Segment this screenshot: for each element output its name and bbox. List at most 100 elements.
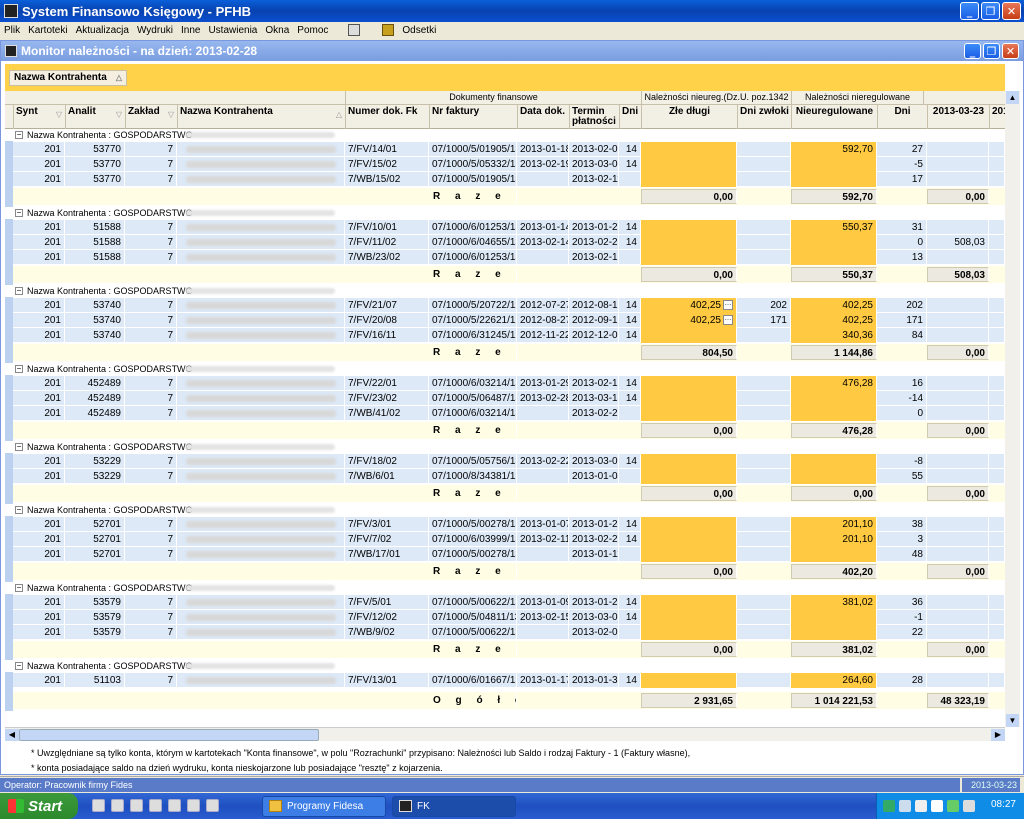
money-icon[interactable] [382,24,395,36]
group-header-row[interactable]: − Nazwa Kontrahenta : GOSPODARSTWO [5,285,1005,297]
start-button[interactable]: Start [0,793,78,819]
table-row[interactable]: 201 452489 7 7/WB/41/02 07/1000/6/03214/13 20… [13,406,1005,421]
group-header-row[interactable]: − Nazwa Kontrahenta : GOSPODARSTWO [5,660,1005,672]
col-nieureg[interactable]: Nieuregulowane [791,105,877,129]
col-zle[interactable]: Złe długi [641,105,737,129]
col-nazwa[interactable]: Nazwa Kontrahenta △ [177,105,345,129]
col-synt[interactable]: Synt ▽ [13,105,65,129]
chrome-icon[interactable] [187,799,200,812]
table-row[interactable]: 201 53229 7 7/FV/18/02 07/1000/5/05756/13 201… [13,454,1005,469]
table-row[interactable]: 201 53740 7 7/FV/20/08 07/1000/5/22621/12 201… [13,313,1005,328]
table-row[interactable]: 201 53579 7 7/WB/9/02 07/1000/5/00622/13 2013… [13,625,1005,640]
group-header-row[interactable]: − Nazwa Kontrahenta : GOSPODARSTWO [5,207,1005,219]
col-date2[interactable]: 201 [989,105,1005,129]
cell-nazwa [177,625,345,640]
scroll-thumb[interactable] [19,729,319,741]
outlook-icon[interactable] [111,799,124,812]
collapse-icon[interactable]: − [15,443,23,451]
table-row[interactable]: 201 52701 7 7/FV/3/01 07/1000/5/00278/13 2013… [13,517,1005,532]
filter-icon[interactable]: ▽ [116,110,122,120]
calculator-icon[interactable] [348,24,361,36]
vertical-scrollbar[interactable]: ▲ ▼ [1005,91,1020,727]
filter-icon[interactable]: ▽ [168,110,174,120]
collapse-icon[interactable]: − [15,131,23,139]
filter-icon[interactable]: ▽ [56,110,62,120]
group-header-row[interactable]: − Nazwa Kontrahenta : GOSPODARSTWO [5,504,1005,516]
collapse-icon[interactable]: − [15,209,23,217]
close-button[interactable]: ✕ [1002,2,1021,20]
table-row[interactable]: 201 53229 7 7/WB/6/01 07/1000/8/34381/12 2013… [13,469,1005,484]
table-row[interactable]: 201 452489 7 7/FV/23/02 07/1000/5/06487/13 20… [13,391,1005,406]
table-row[interactable]: 201 51588 7 7/FV/11/02 07/1000/6/04655/13 201… [13,235,1005,250]
col-termin[interactable]: Termin płatności [569,105,619,129]
security-icon[interactable] [915,800,927,812]
task-fk[interactable]: FK [392,796,516,817]
child-restore-button[interactable]: ❐ [983,43,1000,59]
scroll-left-icon[interactable]: ◀ [5,729,19,741]
printer-icon[interactable] [931,800,943,812]
network-icon[interactable] [883,800,895,812]
group-header-row[interactable]: − Nazwa Kontrahenta : GOSPODARSTWO [5,582,1005,594]
col-dni[interactable]: Dni [619,105,641,129]
col-dni2[interactable]: Dni [877,105,927,129]
ellipsis-button[interactable]: … [723,300,733,311]
ellipsis-button[interactable]: … [723,315,733,326]
menu-aktualizacja[interactable]: Aktualizacja [72,25,133,36]
menu-plik[interactable]: Plik [0,25,24,36]
collapse-icon[interactable]: − [15,287,23,295]
child-minimize-button[interactable]: _ [964,43,981,59]
maximize-button[interactable]: ❐ [981,2,1000,20]
scroll-right-icon[interactable]: ▶ [991,729,1005,741]
col-faktura[interactable]: Nr faktury [429,105,517,129]
menu-okna[interactable]: Okna [261,25,293,36]
col-numer[interactable]: Numer dok. Fk [345,105,429,129]
collapse-icon[interactable]: − [15,584,23,592]
col-data[interactable]: Data dok. [517,105,569,129]
task-programy-fidesa[interactable]: Programy Fidesa [262,796,386,817]
scroll-down-icon[interactable]: ▼ [1006,714,1019,727]
update-icon[interactable] [947,800,959,812]
group-header-row[interactable]: − Nazwa Kontrahenta : GOSPODARSTWO [5,441,1005,453]
firefox-icon[interactable] [168,799,181,812]
table-row[interactable]: 201 53770 7 7/FV/15/02 07/1000/5/05332/13 201… [13,157,1005,172]
scroll-up-icon[interactable]: ▲ [1006,91,1019,104]
media-icon[interactable] [149,799,162,812]
table-row[interactable]: 201 53579 7 7/FV/5/01 07/1000/5/00622/13 2013… [13,595,1005,610]
collapse-icon[interactable]: − [15,365,23,373]
table-row[interactable]: 201 51103 7 7/FV/13/01 07/1000/6/01667/13 201… [13,673,1005,688]
menu-inne[interactable]: Inne [177,25,204,36]
menu-kartoteki[interactable]: Kartoteki [24,25,71,36]
explorer-icon[interactable] [130,799,143,812]
col-zwloki[interactable]: Dni zwłoki [737,105,791,129]
table-row[interactable]: 201 53770 7 7/FV/14/01 07/1000/5/01905/13 201… [13,142,1005,157]
word-icon[interactable] [206,799,219,812]
table-row[interactable]: 201 52701 7 7/WB/17/01 07/1000/5/00278/13 201… [13,547,1005,562]
col-analit[interactable]: Analit ▽ [65,105,125,129]
odsetki-button[interactable]: Odsetki [398,25,440,36]
menu-wydruki[interactable]: Wydruki [133,25,177,36]
ie-icon[interactable] [92,799,105,812]
horizontal-scrollbar[interactable]: ◀ ▶ [5,727,1005,741]
volume-icon[interactable] [963,800,975,812]
group-chip[interactable]: Nazwa Kontrahenta △ [9,70,127,86]
collapse-icon[interactable]: − [15,506,23,514]
child-close-button[interactable]: ✕ [1002,43,1019,59]
group-header-row[interactable]: − Nazwa Kontrahenta : GOSPODARSTWO [5,129,1005,141]
menu-ustawienia[interactable]: Ustawienia [204,25,261,36]
sort-icon[interactable]: △ [336,110,342,120]
col-date1[interactable]: 2013-03-23 [927,105,989,129]
minimize-button[interactable]: _ [960,2,979,20]
table-row[interactable]: 201 51588 7 7/WB/23/02 07/1000/6/01253/13 201… [13,250,1005,265]
menu-pomoc[interactable]: Pomoc [293,25,332,36]
table-row[interactable]: 201 52701 7 7/FV/7/02 07/1000/6/03999/13 2013… [13,532,1005,547]
bluetooth-icon[interactable] [899,800,911,812]
table-row[interactable]: 201 51588 7 7/FV/10/01 07/1000/6/01253/13 201… [13,220,1005,235]
table-row[interactable]: 201 53740 7 7/FV/16/11 07/1000/6/31245/12 201… [13,328,1005,343]
collapse-icon[interactable]: − [15,662,23,670]
col-zaklad[interactable]: Zakład ▽ [125,105,177,129]
table-row[interactable]: 201 53770 7 7/WB/15/02 07/1000/5/01905/13 201… [13,172,1005,187]
table-row[interactable]: 201 53579 7 7/FV/12/02 07/1000/5/04811/13 201… [13,610,1005,625]
table-row[interactable]: 201 452489 7 7/FV/22/01 07/1000/6/03214/13 20… [13,376,1005,391]
table-row[interactable]: 201 53740 7 7/FV/21/07 07/1000/5/20722/12 201… [13,298,1005,313]
group-header-row[interactable]: − Nazwa Kontrahenta : GOSPODARSTWO [5,363,1005,375]
